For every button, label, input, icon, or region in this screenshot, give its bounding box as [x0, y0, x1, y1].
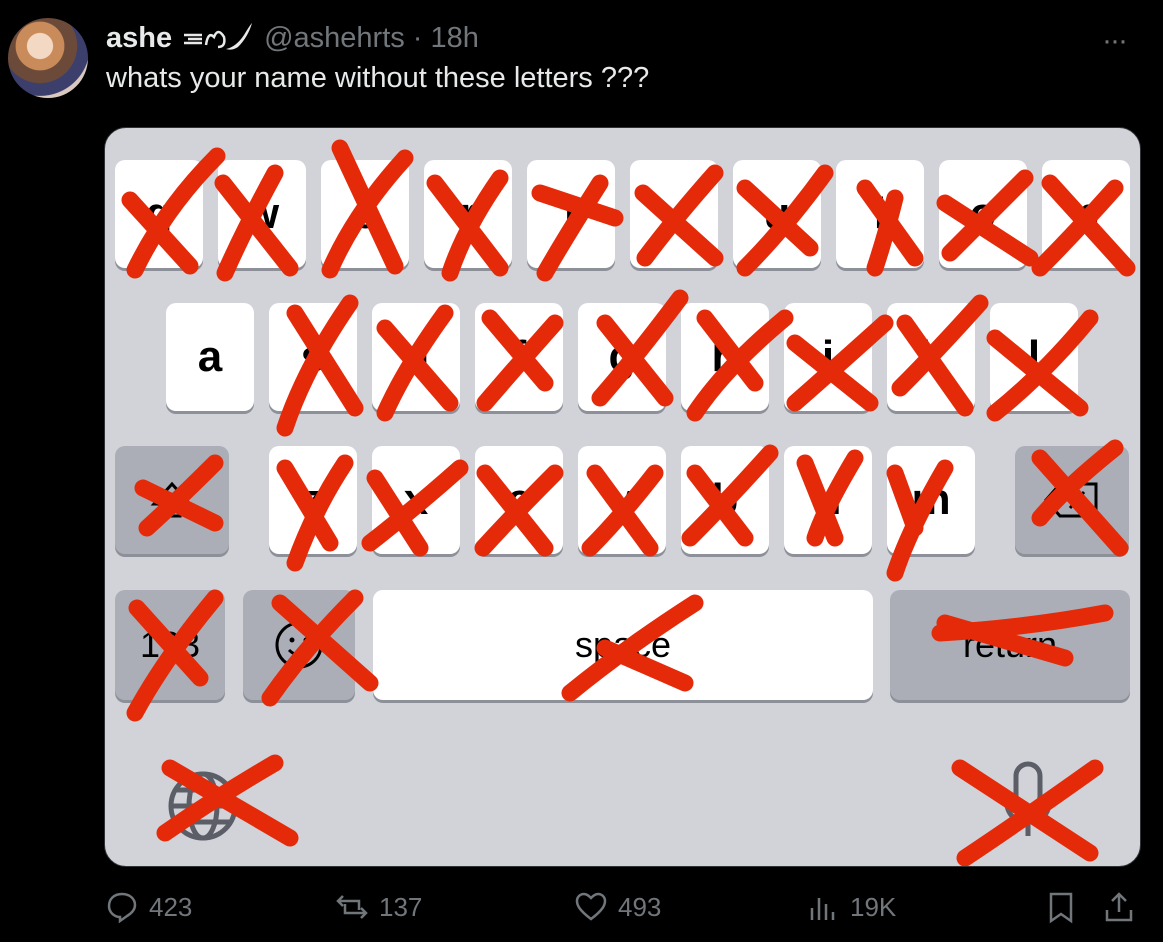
space-key: space [373, 590, 873, 700]
heart-icon [575, 892, 607, 921]
separator-dot: · [412, 21, 423, 54]
key-k: k [887, 303, 975, 411]
more-options-icon[interactable]: ··· [1102, 24, 1128, 58]
reply-icon [107, 892, 137, 924]
key-h: h [681, 303, 769, 411]
key-q: q [115, 160, 203, 268]
key-d: d [372, 303, 460, 411]
key-g: g [578, 303, 666, 411]
handle[interactable]: @ashehrts [264, 22, 405, 55]
key-r: r [424, 160, 512, 268]
return-key: return [890, 590, 1130, 700]
bookmark-button[interactable] [1044, 890, 1088, 924]
tweet-header: ashe @ashehrts · 18h [106, 18, 479, 58]
tweet-text: whats your name without these letters ??… [106, 62, 650, 94]
delete-icon [1044, 482, 1098, 518]
display-name[interactable]: ashe [106, 22, 172, 55]
key-p: p [1042, 160, 1130, 268]
keyboard-image[interactable]: q w e r t y u i o p a s d f g h j k l z … [104, 127, 1141, 867]
timestamp[interactable]: 18h [430, 22, 478, 55]
key-z: z [269, 446, 357, 554]
key-n: n [784, 446, 872, 554]
numbers-key: 123 [115, 590, 225, 700]
reply-count: 423 [149, 891, 193, 922]
key-v: v [578, 446, 666, 554]
key-l: l [990, 303, 1078, 411]
microphone-icon [1003, 761, 1053, 836]
reply-button[interactable]: 423 [105, 890, 192, 924]
tweet-actions: 423 137 493 19K [0, 890, 1163, 934]
name-emoji-icon [184, 23, 253, 50]
share-icon [1105, 892, 1133, 922]
key-o: o [939, 160, 1027, 268]
key-y: y [630, 160, 718, 268]
shift-key [115, 446, 229, 554]
view-count: 19K [850, 891, 897, 922]
like-button[interactable]: 493 [574, 890, 661, 924]
views-button[interactable]: 19K [806, 890, 896, 924]
key-f: f [475, 303, 563, 411]
key-b: b [681, 446, 769, 554]
delete-key [1015, 446, 1129, 554]
like-count: 493 [618, 891, 662, 922]
views-icon [810, 898, 835, 920]
repost-icon [336, 895, 368, 919]
globe-icon [168, 771, 238, 841]
emoji-key [243, 590, 355, 700]
key-x: x [372, 446, 460, 554]
key-w: w [218, 160, 306, 268]
key-j: j [784, 303, 872, 411]
key-c: c [475, 446, 563, 554]
bookmark-icon [1049, 892, 1073, 924]
repost-count: 137 [379, 891, 423, 922]
key-t: t [527, 160, 615, 268]
avatar[interactable] [8, 18, 88, 98]
emoji-icon [275, 621, 323, 669]
key-m: m [887, 446, 975, 554]
key-i: i [836, 160, 924, 268]
share-button[interactable] [1102, 890, 1146, 924]
shift-icon [150, 481, 194, 518]
repost-button[interactable]: 137 [335, 890, 422, 924]
key-s: s [269, 303, 357, 411]
key-u: u [733, 160, 821, 268]
key-e: e [321, 160, 409, 268]
key-a: a [166, 303, 254, 411]
